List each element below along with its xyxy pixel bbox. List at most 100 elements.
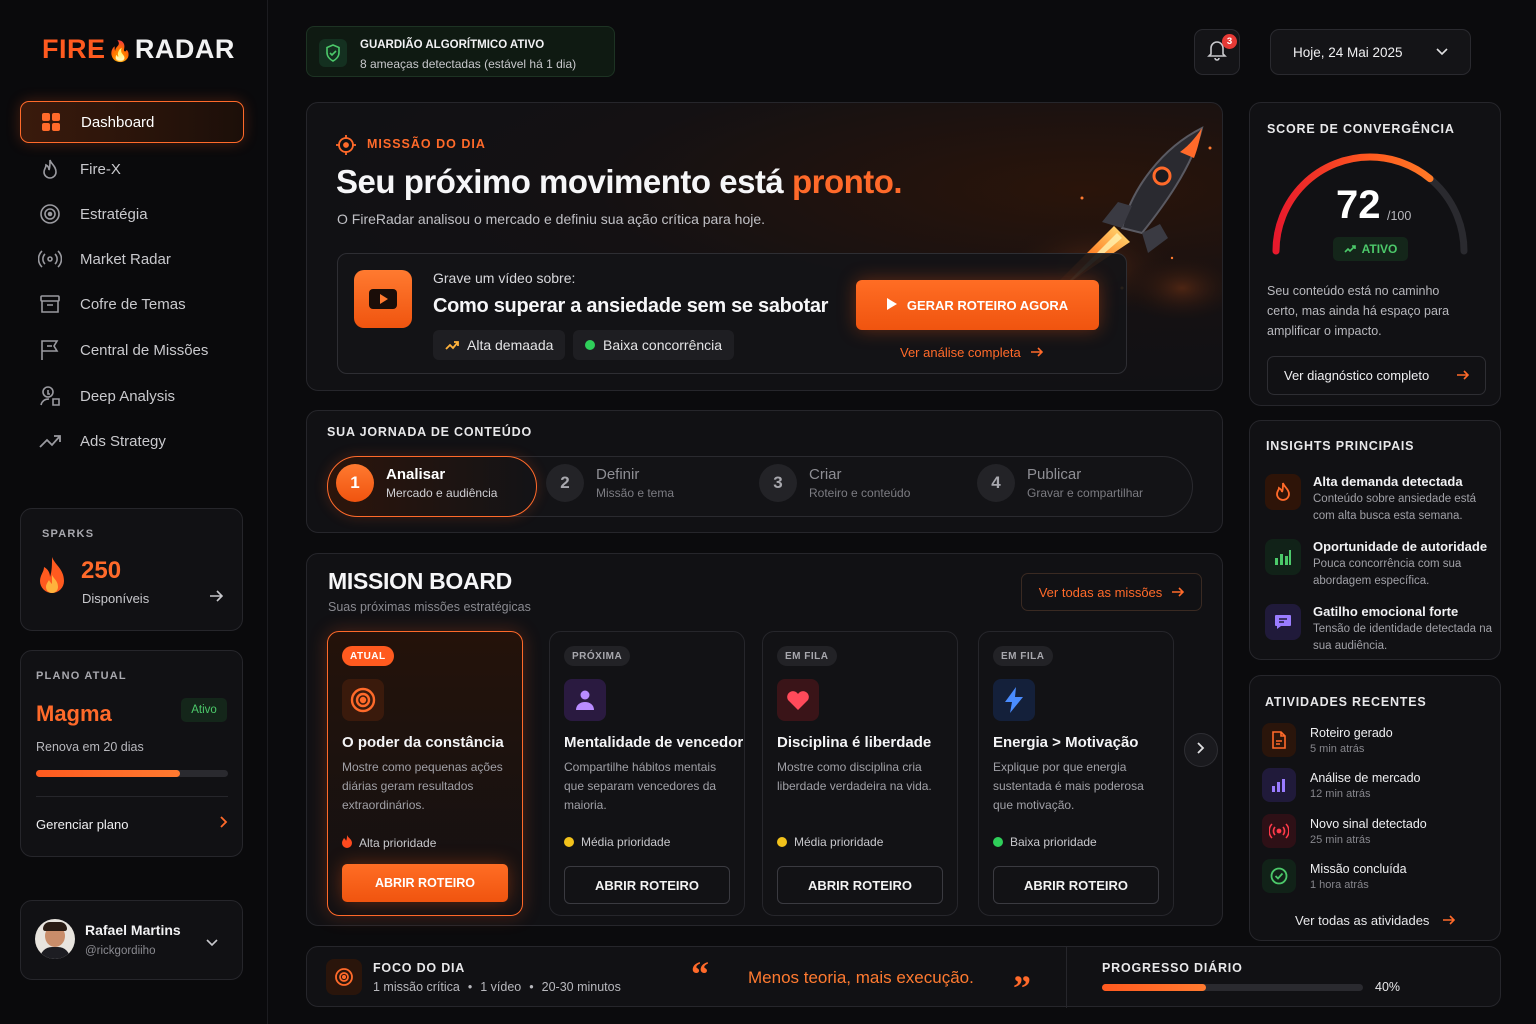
- shield-icon: [319, 39, 347, 67]
- nav-ads-strategy[interactable]: Ads Strategy: [20, 420, 244, 462]
- sparks-sub: Disponíveis: [82, 591, 150, 606]
- step-title: Publicar: [1027, 466, 1082, 483]
- bar-chart-icon: [1262, 768, 1296, 802]
- step-title: Criar: [809, 466, 842, 483]
- link-label: Ver todas as atividades: [1295, 913, 1430, 928]
- mission-card-current[interactable]: ATUAL O poder da constância Mostre como …: [327, 631, 523, 916]
- brand-logo[interactable]: FIRE 🔥RADAR: [42, 34, 235, 65]
- score-card: SCORE DE CONVERGÊNCIA 72 /100 ATIVO Seu …: [1249, 102, 1501, 406]
- video-label: Grave um vídeo sobre:: [433, 270, 576, 286]
- nav-estrategia[interactable]: Estratégia: [20, 193, 244, 235]
- journey-step-1[interactable]: 1 Analisar Mercado e audiência: [336, 464, 497, 502]
- mission-card-queued-1[interactable]: EM FILA Disciplina é liberdade Mostre co…: [762, 631, 958, 916]
- mission-desc: Mostre como disciplina cria liberdade ve…: [777, 760, 932, 793]
- open-script-button[interactable]: ABRIR ROTEIRO: [777, 866, 943, 904]
- nav-label: Market Radar: [80, 250, 171, 268]
- sparks-label: SPARKS: [42, 528, 95, 540]
- nav-cofre-de-temas[interactable]: Cofre de Temas: [20, 283, 244, 325]
- sparks-value: 250: [81, 557, 122, 584]
- mission-sub: O FireRadar analisou o mercado e definiu…: [337, 211, 766, 227]
- daily-progress-label: PROGRESSO DIÁRIO: [1102, 961, 1243, 975]
- open-script-button[interactable]: ABRIR ROTEIRO: [993, 866, 1159, 904]
- diagnostic-button[interactable]: Ver diagnóstico completo: [1267, 356, 1486, 395]
- all-activities-link[interactable]: Ver todas as atividades: [1295, 913, 1456, 928]
- archive-icon: [20, 294, 80, 314]
- open-script-button[interactable]: ABRIR ROTEIRO: [564, 866, 730, 904]
- arrow-right-icon: [1457, 368, 1470, 383]
- chevron-down-icon[interactable]: [206, 934, 218, 952]
- brand-part1: FIRE: [42, 34, 106, 64]
- link-label: Ver análise completa: [900, 345, 1021, 360]
- user-handle: @rickgordiiho: [85, 945, 156, 957]
- plan-progress-track: [36, 770, 228, 777]
- activity-time: 1 hora atrás: [1310, 878, 1369, 891]
- activity-item[interactable]: Missão concluída 1 hora atrás: [1262, 859, 1407, 893]
- daily-progress-value: 40%: [1375, 980, 1401, 994]
- mission-priority: Alta prioridade: [342, 835, 436, 851]
- chip-low-competition: Baixa concorrência: [573, 330, 735, 360]
- notifications-button[interactable]: 3: [1194, 29, 1240, 75]
- target-icon: [20, 203, 80, 225]
- nav-market-radar[interactable]: Market Radar: [20, 238, 244, 280]
- step-title: Definir: [596, 466, 640, 483]
- step-number: 2: [546, 464, 584, 502]
- activity-item[interactable]: Roteiro gerado 5 min atrás: [1262, 723, 1393, 757]
- arrow-right-icon: [1030, 345, 1043, 360]
- sparks-card[interactable]: SPARKS 250 Disponíveis: [20, 508, 243, 631]
- nav-dashboard[interactable]: Dashboard: [20, 101, 244, 143]
- journey-step-2[interactable]: 2 Definir Missão e tema: [546, 464, 674, 502]
- nav-fire-x[interactable]: Fire-X: [20, 148, 244, 190]
- button-label: Ver todas as missões: [1038, 584, 1163, 600]
- grid-icon: [21, 112, 81, 132]
- target-icon: [326, 959, 362, 995]
- arrow-right-icon[interactable]: [209, 589, 224, 608]
- nav-label: Estratégia: [80, 205, 148, 223]
- insight-title: Gatilho emocional forte: [1313, 604, 1459, 619]
- guardian-banner[interactable]: GUARDIÃO ALGORÍTMICO ATIVO 8 ameaças det…: [306, 26, 615, 77]
- full-analysis-link[interactable]: Ver análise completa: [900, 345, 1043, 360]
- nav-deep-analysis[interactable]: Deep Analysis: [20, 375, 244, 417]
- priority-dot: [993, 837, 1003, 847]
- activity-item[interactable]: Novo sinal detectado 25 min atrás: [1262, 814, 1427, 848]
- journey-step-3[interactable]: 3 Criar Roteiro e conteúdo: [759, 464, 910, 502]
- activity-title: Missão concluída: [1310, 861, 1407, 876]
- chevron-down-icon: [1436, 43, 1448, 61]
- daily-progress-fill: [1102, 984, 1207, 991]
- button-label: ABRIR ROTEIRO: [375, 876, 475, 890]
- user-card[interactable]: Rafael Martins @rickgordiiho: [20, 900, 243, 980]
- nav-central-de-missoes[interactable]: Central de Missões: [20, 329, 244, 371]
- chat-icon: [1265, 604, 1301, 640]
- carousel-next-button[interactable]: [1184, 733, 1218, 767]
- flame-icon: [1265, 474, 1301, 510]
- status-dot: [585, 340, 595, 350]
- chevron-right-icon: [1197, 741, 1205, 759]
- quote-open-icon: “: [691, 954, 709, 994]
- manage-plan-label: Gerenciar plano: [36, 816, 129, 832]
- insight-item[interactable]: Alta demanda detectada Conteúdo sobre ans…: [1265, 474, 1493, 525]
- mission-card-next[interactable]: PRÓXIMA Mentalidade de vencedor Comparti…: [549, 631, 745, 916]
- button-label: ABRIR ROTEIRO: [595, 877, 699, 893]
- document-icon: [1262, 723, 1296, 757]
- focus-meta-1: 1 missão crítica: [373, 980, 460, 994]
- manage-plan-link[interactable]: Gerenciar plano: [36, 815, 228, 833]
- bar-chart-icon: [1265, 539, 1301, 575]
- insight-item[interactable]: Gatilho emocional forte Tensão de identid…: [1265, 604, 1493, 655]
- quote-close-icon: ”: [1013, 968, 1031, 1008]
- trend-icon: [20, 432, 80, 450]
- date-selector[interactable]: Hoje, 24 Mai 2025: [1270, 29, 1471, 75]
- guardian-sub: 8 ameaças detectadas (estável há 1 dia): [360, 57, 577, 71]
- focus-meta: 1 missão crítica • 1 vídeo • 20-30 minutos: [373, 980, 621, 994]
- focus-meta-3: 20-30 minutos: [541, 980, 621, 994]
- insight-desc: Tensão de identidade detectada na sua au…: [1313, 623, 1493, 652]
- open-script-button[interactable]: ABRIR ROTEIRO: [342, 864, 508, 902]
- plan-status-badge: Ativo: [181, 698, 227, 722]
- all-missions-button[interactable]: Ver todas as missões: [1021, 573, 1202, 611]
- score-value: 72: [1336, 183, 1381, 227]
- activity-item[interactable]: Análise de mercado 12 min atrás: [1262, 768, 1420, 802]
- activity-time: 5 min atrás: [1310, 742, 1365, 755]
- insight-item[interactable]: Oportunidade de autoridade Pouca concorrê…: [1265, 539, 1493, 590]
- journey-step-4[interactable]: 4 Publicar Gravar e compartilhar: [977, 464, 1143, 502]
- mission-card-queued-2[interactable]: EM FILA Energia > Motivação Explique por…: [978, 631, 1174, 916]
- generate-script-button[interactable]: GERAR ROTEIRO AGORA: [856, 280, 1099, 330]
- activity-title: Análise de mercado: [1310, 770, 1421, 785]
